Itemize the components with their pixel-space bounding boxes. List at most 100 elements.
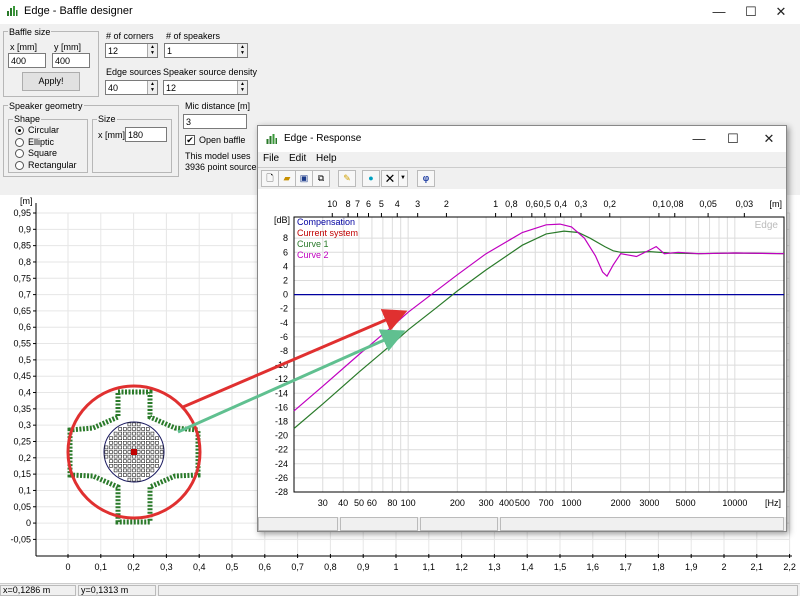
copy-icon[interactable]: ⧉ (312, 170, 330, 187)
x-tick-label: 0,9 (357, 562, 370, 572)
top-tick-label: 0,3 (575, 199, 588, 209)
main-maximize-icon[interactable]: ☐ (738, 2, 764, 22)
watermark-text: Edge (755, 220, 779, 231)
shape-radio-square[interactable] (15, 149, 24, 158)
save-icon[interactable]: ▣ (295, 170, 313, 187)
top-tick-label: 0,6 (526, 199, 539, 209)
x-tick-label: 700 (539, 498, 554, 508)
x-tick-label: 3000 (639, 498, 659, 508)
resp-status-3 (420, 517, 498, 531)
x-tick-label: 50 (354, 498, 364, 508)
corners-value: 12 (108, 46, 119, 56)
x-tick-label: 0,5 (226, 562, 239, 572)
baffle-x-label: x [mm] (10, 42, 37, 52)
apply-button[interactable]: Apply! (22, 72, 80, 91)
y-tick-label: 0,5 (18, 355, 31, 365)
shape-radio-rectangular[interactable] (15, 160, 24, 170)
x-tick-label: 1,2 (455, 562, 468, 572)
edge-sources-stepper[interactable]: 40 ▲ ▼ (105, 80, 158, 95)
speakers-stepper[interactable]: 1 ▲ ▼ (164, 43, 248, 58)
x-tick-label: 0,8 (324, 562, 337, 572)
palette-icon[interactable]: ● (362, 170, 380, 187)
top-tick-label: 4 (395, 199, 400, 209)
open-icon[interactable]: ▰ (278, 170, 296, 187)
shape-label: Shape (13, 114, 42, 124)
shape-radio-elliptic[interactable] (15, 137, 24, 147)
response-maximize-icon[interactable]: ☐ (720, 129, 746, 149)
baffle-y-input[interactable]: 400 (52, 53, 90, 68)
response-window[interactable]: Edge - Response — ☐ ✕ File Edit Help 🗋 ▰… (257, 125, 787, 532)
x-tick-label: 5000 (676, 498, 696, 508)
resp-status-4 (500, 517, 784, 531)
response-chart-area[interactable]: 8 6 4 2 0 -2 -4 -6 -8 -10 -12 -14 -16 -18 -20 -22 -24 -26… (258, 189, 786, 517)
x-tick-label: 1,1 (423, 562, 436, 572)
y-tick-label: -14 (275, 388, 288, 398)
main-minimize-icon[interactable]: — (706, 2, 732, 22)
menu-file[interactable]: File (263, 153, 279, 164)
density-stepper[interactable]: 12 ▲ ▼ (163, 80, 248, 95)
top-tick-label: 10 (327, 199, 337, 209)
response-titlebar[interactable]: Edge - Response — ☐ ✕ (258, 126, 786, 152)
dropdown-icon[interactable]: ▼ (398, 170, 408, 187)
y-tick-label: -26 (275, 473, 288, 483)
size-x-input[interactable]: 180 (125, 127, 167, 142)
top-tick-label: 1 (493, 199, 498, 209)
phase-icon[interactable]: φ (417, 170, 435, 187)
x-tick-label: 400 (499, 498, 514, 508)
x-tick-label: 1000 (561, 498, 581, 508)
x-tick-label: 1,4 (521, 562, 534, 572)
main-close-icon[interactable]: ✕ (768, 2, 794, 22)
delete-icon[interactable]: ✕ (381, 170, 399, 187)
baffle-y-label: y [mm] (54, 42, 81, 52)
y-tick-label: -28 (275, 487, 288, 497)
mic-distance-input[interactable]: 3 (183, 114, 247, 129)
shape-label-rectangular: Rectangular (28, 159, 77, 170)
spin-arrows-icon[interactable]: ▲ ▼ (147, 44, 157, 57)
top-tick-label: 0,5 (539, 199, 552, 209)
x-tick-label: 1,8 (652, 562, 665, 572)
model-info-line2: 3936 point sources (185, 162, 262, 172)
x-tick-label: 1,6 (587, 562, 600, 572)
top-tick-label: 8 (346, 199, 351, 209)
baffle-x-input[interactable]: 400 (8, 53, 46, 68)
y-tick-label: -20 (275, 431, 288, 441)
y-tick-label: -18 (275, 416, 288, 426)
response-minimize-icon[interactable]: — (686, 129, 712, 149)
pen-icon[interactable]: ✎ (338, 170, 356, 187)
x-tick-label: 0,4 (193, 562, 206, 572)
menu-divider (258, 167, 786, 168)
shape-label-circular: Circular (28, 125, 60, 135)
y-tick-label: 6 (283, 247, 288, 257)
x-tick-label: 1,9 (685, 562, 698, 572)
y-tick-label: 0,45 (13, 371, 31, 381)
shape-radio-circular[interactable] (15, 126, 24, 135)
response-close-icon[interactable]: ✕ (756, 129, 782, 149)
y-tick-label: 0,8 (18, 257, 31, 267)
x-tick-label: 200 (450, 498, 465, 508)
x-tick-label: 2,2 (783, 562, 796, 572)
x-tick-label: 300 (479, 498, 494, 508)
spin-arrows-icon[interactable]: ▲ ▼ (237, 81, 247, 94)
x-tick-label: 80 (387, 498, 397, 508)
top-tick-label: 5 (379, 199, 384, 209)
spin-arrows-icon[interactable]: ▲ ▼ (147, 81, 157, 94)
edge-sources-label: Edge sources (106, 67, 162, 77)
menu-edit[interactable]: Edit (289, 153, 306, 164)
open-baffle-checkbox[interactable]: ✔ (185, 135, 195, 145)
spin-arrows-icon[interactable]: ▲ ▼ (237, 44, 247, 57)
x-tick-label: 2000 (611, 498, 631, 508)
legend-entry: Compensation (297, 217, 355, 227)
y-tick-label: 0,55 (13, 339, 31, 349)
corners-stepper[interactable]: 12 ▲ ▼ (105, 43, 158, 58)
top-tick-label: 3 (415, 199, 420, 209)
new-icon[interactable]: 🗋 (261, 170, 279, 187)
y-tick-label: -10 (275, 360, 288, 370)
y-tick-label: 0,75 (13, 273, 31, 283)
y-tick-label: 0,1 (18, 485, 31, 495)
x-tick-label: 2,1 (751, 562, 764, 572)
response-chart[interactable]: 8 6 4 2 0 -2 -4 -6 -8 -10 -12 -14 -16 -18 -20 -22 -24 -26… (258, 189, 786, 517)
x-tick-label: 40 (338, 498, 348, 508)
y-tick-label: 0 (26, 518, 31, 528)
menu-help[interactable]: Help (316, 153, 337, 164)
legend-entry: Curve 2 (297, 250, 329, 260)
